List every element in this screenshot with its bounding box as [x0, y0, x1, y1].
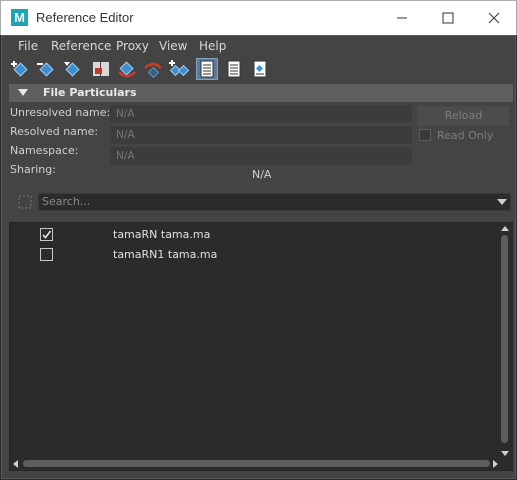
filter-icon[interactable]: [17, 194, 33, 210]
namespace-label: Namespace:: [10, 144, 79, 157]
horizontal-scrollbar[interactable]: [10, 458, 512, 470]
minimize-icon: [397, 17, 407, 19]
list-view-icon: [200, 60, 214, 78]
reload-reference-icon: [118, 61, 136, 78]
unresolved-name-field[interactable]: N/A: [110, 105, 412, 123]
maximize-button[interactable]: [425, 1, 471, 35]
unload-reference-button[interactable]: [142, 58, 164, 80]
import-objects-icon: [64, 62, 80, 77]
create-reference-button[interactable]: [10, 58, 32, 80]
minimize-button[interactable]: [379, 1, 425, 35]
list-item[interactable]: tamaRN tama.ma: [10, 225, 500, 245]
reference-label: tamaRN1 tama.ma: [113, 248, 218, 261]
reload-button[interactable]: Reload: [418, 106, 509, 126]
load-related-icon: [93, 62, 109, 76]
menu-file[interactable]: File: [18, 39, 38, 53]
menu-reference[interactable]: Reference: [51, 39, 111, 53]
checkmark-icon: [42, 230, 52, 239]
menu-help[interactable]: Help: [199, 39, 226, 53]
scroll-left-icon[interactable]: [13, 460, 18, 468]
list-view-button[interactable]: [196, 58, 218, 80]
file-particulars-header[interactable]: File Particulars: [9, 84, 513, 102]
reference-editor-window: File Reference Proxy View Help File Part…: [1, 35, 516, 479]
read-only-label: Read Only: [437, 129, 494, 142]
title-bar: M Reference Editor: [0, 0, 517, 35]
search-dropdown-icon[interactable]: [497, 199, 507, 205]
list-item[interactable]: tamaRN1 tama.ma: [10, 245, 500, 265]
unload-reference-icon: [144, 62, 162, 79]
sharing-label: Sharing:: [10, 163, 56, 176]
detail-view-icon: [227, 60, 241, 78]
menu-view[interactable]: View: [159, 39, 187, 53]
window-title: Reference Editor: [36, 10, 134, 25]
load-related-button[interactable]: [90, 58, 112, 80]
menu-bar: File Reference Proxy View Help: [2, 36, 515, 56]
detail-view-button[interactable]: [223, 58, 245, 80]
scroll-up-icon[interactable]: [501, 226, 509, 231]
create-reference-icon: [11, 61, 28, 77]
toolbar: [2, 56, 515, 82]
remove-reference-button[interactable]: [36, 58, 58, 80]
read-only-checkbox[interactable]: [419, 129, 431, 141]
unresolved-name-label: Unresolved name:: [10, 106, 111, 119]
import-objects-button[interactable]: [62, 58, 84, 80]
maya-app-icon: M: [11, 9, 28, 26]
search-placeholder: Search...: [42, 195, 91, 208]
reference-label: tamaRN tama.ma: [113, 228, 211, 241]
reload-reference-button[interactable]: [116, 58, 138, 80]
sharing-value: N/A: [252, 168, 272, 181]
search-input[interactable]: Search...: [38, 193, 511, 211]
maximize-icon: [442, 12, 454, 24]
namespace-field[interactable]: N/A: [110, 147, 412, 165]
close-icon: [488, 12, 500, 24]
collapse-arrow-icon: [18, 89, 28, 96]
vertical-scrollbar[interactable]: [499, 223, 511, 459]
duplicate-reference-button[interactable]: [168, 58, 190, 80]
resolved-name-field[interactable]: N/A: [110, 126, 412, 144]
vertical-scroll-thumb[interactable]: [501, 235, 508, 443]
reference-list: tamaRN tama.ma tamaRN1 tama.ma: [9, 222, 513, 471]
hierarchy-view-icon: [253, 60, 267, 78]
scroll-right-icon[interactable]: [493, 460, 498, 468]
resolved-name-label: Resolved name:: [10, 125, 99, 138]
duplicate-reference-icon: [169, 60, 190, 77]
remove-reference-icon: [37, 62, 54, 77]
scroll-down-icon[interactable]: [501, 451, 509, 456]
hierarchy-view-button[interactable]: [249, 58, 271, 80]
reference-loaded-checkbox[interactable]: [40, 248, 53, 261]
horizontal-scroll-thumb[interactable]: [23, 460, 490, 467]
menu-proxy[interactable]: Proxy: [116, 39, 149, 53]
file-particulars-title: File Particulars: [43, 86, 137, 99]
close-button[interactable]: [471, 1, 517, 35]
reference-loaded-checkbox[interactable]: [40, 228, 53, 241]
